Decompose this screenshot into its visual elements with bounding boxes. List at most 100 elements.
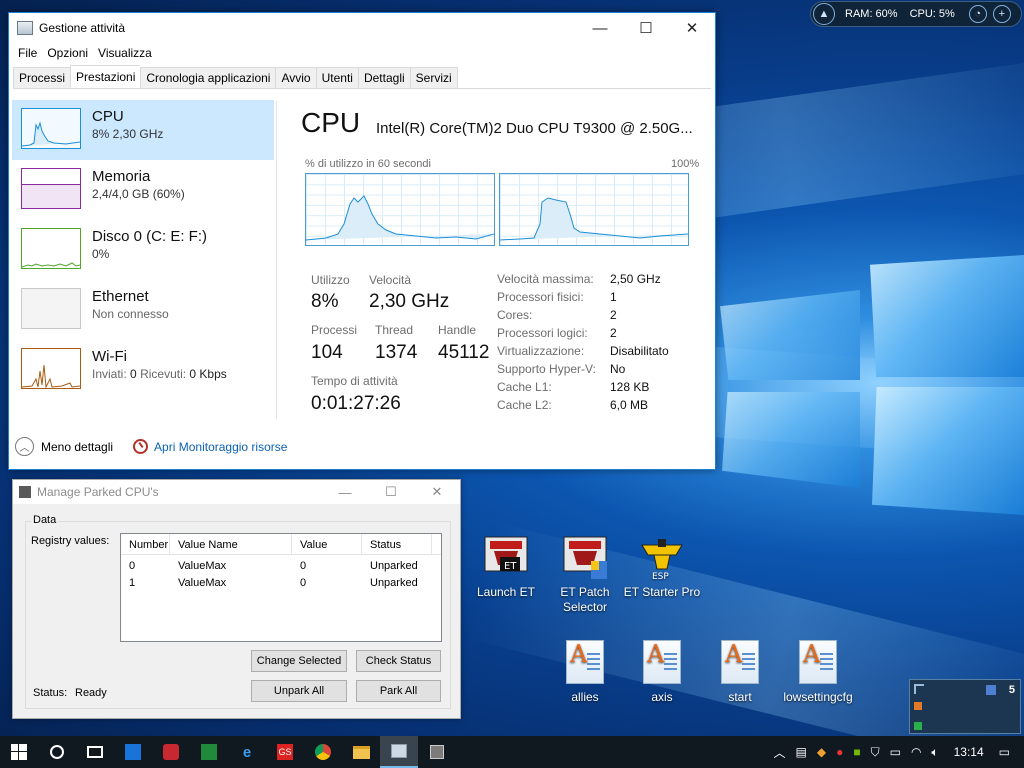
open-resource-monitor-link[interactable]: Apri Monitoraggio risorse bbox=[154, 440, 287, 454]
check-status-button[interactable]: Check Status bbox=[356, 650, 441, 672]
sidebar-memory-sub: 2,4/4,0 GB (60%) bbox=[92, 187, 185, 201]
unpark-all-button[interactable]: Unpark All bbox=[251, 680, 347, 702]
notifications-icon[interactable]: ▭ bbox=[999, 745, 1010, 759]
task-manager-taskbar-icon[interactable] bbox=[380, 736, 418, 768]
minimize-button[interactable]: — bbox=[577, 13, 623, 43]
status-value: Ready bbox=[75, 687, 107, 699]
system-monitor-widget[interactable]: ▲ RAM: 60% CPU: 5% ◔ + bbox=[810, 1, 1022, 27]
parked-cpu-taskbar-icon[interactable] bbox=[418, 736, 456, 768]
desktop-icon-lowsettingcfg[interactable]: Alowsettingcfg bbox=[778, 640, 858, 705]
park-all-button[interactable]: Park All bbox=[356, 680, 441, 702]
sidebar-item-memory[interactable]: Memoria 2,4/4,0 GB (60%) bbox=[12, 160, 274, 220]
tab-details[interactable]: Dettagli bbox=[357, 67, 410, 89]
vd-count: 5 bbox=[1008, 684, 1015, 696]
sidebar-wifi-sub: Inviati: 0 Ricevuti: 0 Kbps bbox=[92, 367, 227, 381]
tab-performance[interactable]: Prestazioni bbox=[70, 65, 141, 88]
tab-processes[interactable]: Processi bbox=[13, 67, 71, 89]
sidebar-item-wifi[interactable]: Wi-Fi Inviati: 0 Ricevuti: 0 Kbps bbox=[12, 340, 274, 400]
virtual-desktop-widget[interactable]: 5 bbox=[909, 679, 1021, 734]
chevron-up-icon[interactable]: ︿ bbox=[15, 437, 34, 456]
close-button[interactable]: ✕ bbox=[414, 480, 460, 504]
processes-value: 104 bbox=[311, 342, 343, 363]
icon-label: lowsettingcfg bbox=[783, 690, 853, 704]
prop-label: Virtualizzazione: bbox=[497, 344, 585, 358]
desktop-icon-launch-et[interactable]: ET Launch ET bbox=[466, 535, 546, 600]
windows-logo-pane bbox=[720, 290, 860, 380]
plus-icon[interactable]: + bbox=[992, 5, 1011, 23]
sidebar-item-ethernet[interactable]: Ethernet Non connesso bbox=[12, 280, 274, 340]
task-view-icon[interactable] bbox=[76, 736, 114, 768]
tab-users[interactable]: Utenti bbox=[315, 67, 358, 89]
wifi-icon[interactable]: ◠ bbox=[911, 745, 921, 759]
vd-arrow-icon bbox=[914, 684, 924, 694]
maximize-button[interactable]: ☐ bbox=[623, 13, 669, 43]
cell: 0 bbox=[129, 560, 136, 572]
cpu-thumbnail-graph bbox=[21, 108, 81, 149]
prop-value: No bbox=[610, 362, 626, 376]
column-header[interactable]: Status bbox=[362, 534, 432, 554]
column-header[interactable]: Number bbox=[121, 534, 170, 554]
ethernet-thumbnail-graph bbox=[21, 288, 81, 329]
chrome-icon[interactable] bbox=[304, 736, 342, 768]
sidebar-item-disk[interactable]: Disco 0 (C: E: F:) 0% bbox=[12, 220, 274, 280]
nvidia-icon[interactable]: ■ bbox=[853, 745, 860, 759]
registry-label: Registry values: bbox=[31, 535, 110, 547]
tray-color-icon[interactable]: ◆ bbox=[817, 745, 826, 759]
desktop-icon-allies[interactable]: Aallies bbox=[545, 640, 625, 705]
media-player-icon[interactable] bbox=[152, 736, 190, 768]
blue-app-icon[interactable] bbox=[114, 736, 152, 768]
maximize-button[interactable]: ☐ bbox=[368, 480, 414, 504]
resource-sidebar: CPU 8% 2,30 GHz Memoria 2,4/4,0 GB (60%)… bbox=[12, 100, 274, 400]
change-selected-button[interactable]: Change Selected bbox=[251, 650, 347, 672]
column-header[interactable]: Value Name bbox=[170, 534, 292, 554]
windows-logo-pane bbox=[722, 392, 860, 488]
tab-startup[interactable]: Avvio bbox=[275, 67, 316, 89]
gauge-icon[interactable]: ◔ bbox=[968, 5, 987, 23]
gs-app-icon[interactable]: GS bbox=[266, 736, 304, 768]
tray-app-icon[interactable]: ▤ bbox=[796, 745, 807, 759]
icon-label: start bbox=[728, 690, 752, 704]
edge-icon[interactable]: e bbox=[228, 736, 266, 768]
cpu-core1-graph bbox=[499, 173, 689, 246]
vd-window-icon bbox=[986, 685, 996, 695]
desktop-icon-axis[interactable]: Aaxis bbox=[622, 640, 702, 705]
et-starter-icon: ESP bbox=[638, 535, 686, 582]
prop-label: Supporto Hyper-V: bbox=[497, 362, 596, 376]
battery-icon[interactable]: ▭ bbox=[890, 745, 901, 759]
clock[interactable]: 13:14 bbox=[954, 745, 984, 759]
registry-listview[interactable]: Number Value Name Value Status 0 ValueMa… bbox=[120, 533, 442, 642]
sidebar-disk-sub: 0% bbox=[92, 247, 110, 261]
monitor-logo-icon: ▲ bbox=[813, 3, 835, 25]
sidebar-ethernet-sub: Non connesso bbox=[92, 307, 169, 321]
cortana-icon[interactable] bbox=[38, 736, 76, 768]
chevron-up-icon[interactable]: ︿ bbox=[773, 744, 785, 761]
menu-options[interactable]: Opzioni bbox=[42, 46, 93, 60]
ram-usage: RAM: 60% bbox=[845, 8, 898, 20]
tray-red-icon[interactable]: ● bbox=[836, 745, 843, 759]
fewer-details-link[interactable]: Meno dettagli bbox=[41, 440, 113, 454]
tab-app-history[interactable]: Cronologia applicazioni bbox=[140, 67, 276, 89]
menu-file[interactable]: File bbox=[13, 46, 42, 60]
start-button[interactable] bbox=[0, 736, 38, 768]
shield-icon[interactable]: ⛉ bbox=[871, 745, 880, 760]
close-button[interactable]: ✕ bbox=[669, 13, 715, 43]
desktop-icon-et-starter[interactable]: ESP ET Starter Pro bbox=[622, 535, 702, 600]
desktop-icon-et-patch[interactable]: ET Patch Selector bbox=[545, 535, 625, 615]
tab-services[interactable]: Servizi bbox=[409, 67, 458, 89]
column-header[interactable]: Value bbox=[292, 534, 362, 554]
menu-view[interactable]: Visualizza bbox=[93, 46, 157, 60]
prop-value: 1 bbox=[610, 290, 617, 304]
uptime-value: 0:01:27:26 bbox=[311, 393, 401, 414]
wifi-recv-value: 0 Kbps bbox=[189, 367, 227, 381]
minimize-button[interactable]: — bbox=[322, 480, 368, 504]
volume-icon[interactable]: 🔈︎ bbox=[931, 745, 938, 760]
file-explorer-icon[interactable] bbox=[342, 736, 380, 768]
sidebar-item-cpu[interactable]: CPU 8% 2,30 GHz bbox=[12, 100, 274, 160]
desktop-icon-start[interactable]: Astart bbox=[700, 640, 780, 705]
graph-max-label: 100% bbox=[671, 158, 700, 170]
cpu-model-name: Intel(R) Core(TM)2 Duo CPU T9300 @ 2.50G… bbox=[376, 120, 693, 137]
handles-value: 45112 bbox=[438, 342, 490, 363]
table-row[interactable]: 0 ValueMax 0 Unparked bbox=[121, 558, 441, 575]
game-app-icon[interactable] bbox=[190, 736, 228, 768]
table-row[interactable]: 1 ValueMax 0 Unparked bbox=[121, 575, 441, 592]
